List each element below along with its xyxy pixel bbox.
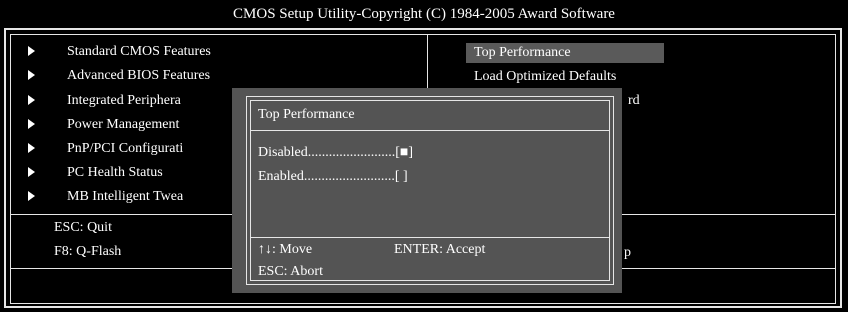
help-esc-abort: ESC: Abort [258, 264, 323, 279]
menu-load-optimized-defaults[interactable]: Load Optimized Defaults [474, 67, 616, 87]
triangle-icon [28, 95, 35, 105]
menu-pnp-pci[interactable]: PnP/PCI Configurati [28, 138, 183, 160]
bios-screen: CMOS Setup Utility-Copyright (C) 1984-20… [0, 0, 848, 312]
triangle-icon [28, 70, 35, 80]
menu-label: Power Management [67, 117, 180, 132]
triangle-icon [28, 143, 35, 153]
dialog-title-divider [250, 130, 610, 131]
menu-label: Integrated Periphera [67, 93, 181, 108]
triangle-icon [28, 119, 35, 129]
help-move: ↑↓: Move [258, 242, 313, 257]
option-disabled[interactable]: Disabled.........................[■] [258, 143, 413, 163]
menu-top-performance[interactable]: Top Performance [466, 43, 664, 63]
option-enabled[interactable]: Enabled..........................[ ] [258, 167, 408, 187]
dialog-footer-divider [250, 237, 610, 238]
menu-integrated-peripherals[interactable]: Integrated Periphera [28, 90, 181, 112]
menu-mb-intelligent-tweaker[interactable]: MB Intelligent Twea [28, 186, 183, 208]
menu-standard-cmos[interactable]: Standard CMOS Features [28, 41, 211, 63]
help-esc-quit: ESC: Quit [54, 220, 112, 235]
menu-partial-item[interactable]: rd [628, 91, 640, 111]
menu-label: Advanced BIOS Features [67, 68, 211, 83]
triangle-icon [28, 46, 35, 56]
menu-pc-health[interactable]: PC Health Status [28, 162, 163, 184]
title-bar: CMOS Setup Utility-Copyright (C) 1984-20… [0, 0, 848, 28]
dialog-title: Top Performance [258, 107, 355, 122]
help-enter-accept: ENTER: Accept [394, 242, 486, 257]
triangle-icon [28, 191, 35, 201]
menu-label: Standard CMOS Features [67, 44, 211, 59]
triangle-icon [28, 167, 35, 177]
help-f8-qflash: F8: Q-Flash [54, 244, 122, 259]
menu-label: MB Intelligent Twea [67, 189, 184, 204]
menu-label: PC Health Status [67, 165, 163, 180]
help-right-fragment: p [624, 245, 631, 260]
menu-advanced-bios[interactable]: Advanced BIOS Features [28, 65, 210, 87]
menu-power-management[interactable]: Power Management [28, 114, 179, 136]
menu-label: PnP/PCI Configurati [67, 141, 184, 156]
